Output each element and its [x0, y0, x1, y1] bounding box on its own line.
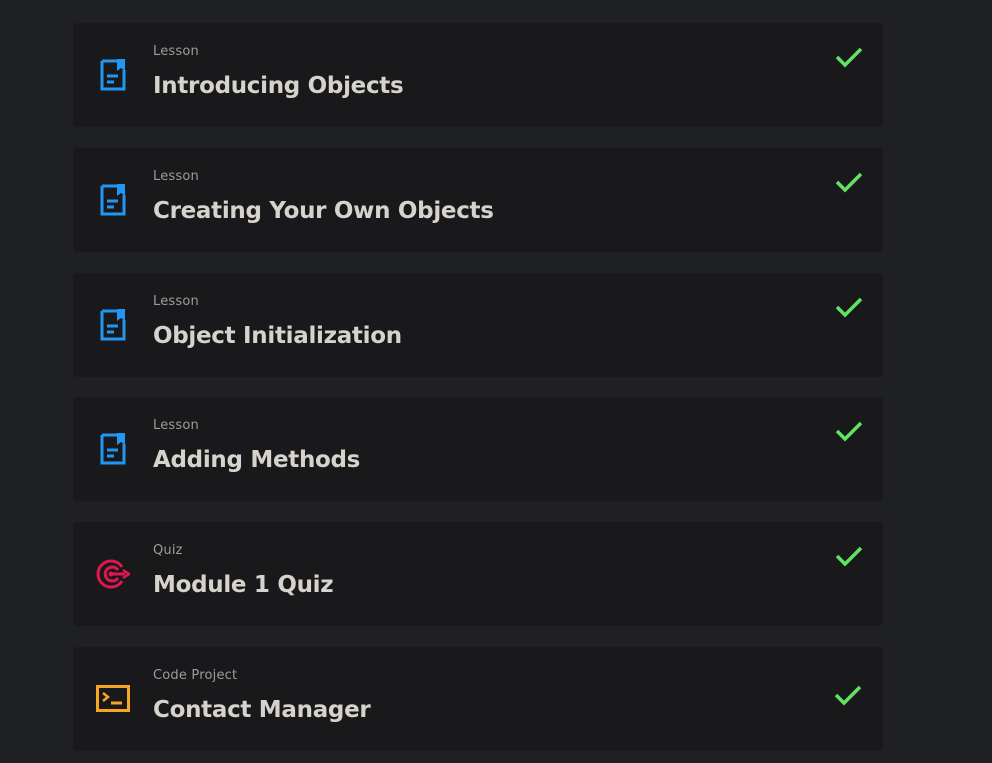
completed-check-icon	[834, 683, 862, 707]
module-item-module-1-quiz[interactable]: Quiz Module 1 Quiz	[73, 522, 883, 627]
lesson-document-icon	[95, 57, 131, 93]
lesson-document-icon	[95, 431, 131, 467]
item-type-label: Code Project	[153, 667, 238, 683]
item-type-label: Lesson	[153, 293, 199, 309]
quiz-target-icon	[95, 556, 131, 592]
item-title: Contact Manager	[153, 696, 371, 723]
module-item-list: Lesson Introducing Objects Lesson Creati…	[73, 23, 883, 763]
completed-check-icon	[835, 295, 863, 319]
completed-check-icon	[835, 45, 863, 69]
code-terminal-icon	[95, 681, 131, 717]
completed-check-icon	[835, 419, 863, 443]
item-type-label: Lesson	[153, 418, 199, 434]
item-title: Module 1 Quiz	[153, 572, 334, 599]
completed-check-icon	[835, 170, 863, 194]
lesson-document-icon	[95, 307, 131, 343]
module-item-introducing-objects[interactable]: Lesson Introducing Objects	[73, 23, 883, 127]
item-type-label: Lesson	[153, 44, 199, 59]
item-title: Creating Your Own Objects	[153, 197, 494, 224]
item-title: Object Initialization	[153, 322, 402, 349]
item-type-label: Quiz	[153, 543, 183, 559]
item-type-label: Lesson	[153, 168, 199, 184]
lesson-document-icon	[95, 182, 131, 218]
item-title: Adding Methods	[153, 447, 361, 474]
module-item-creating-your-own-objects[interactable]: Lesson Creating Your Own Objects	[73, 147, 883, 252]
module-item-contact-manager[interactable]: Code Project Contact Manager	[73, 646, 883, 751]
completed-check-icon	[835, 544, 863, 568]
module-item-object-initialization[interactable]: Lesson Object Initialization	[73, 272, 883, 377]
module-item-adding-methods[interactable]: Lesson Adding Methods	[73, 397, 883, 502]
item-title: Introducing Objects	[153, 73, 404, 99]
